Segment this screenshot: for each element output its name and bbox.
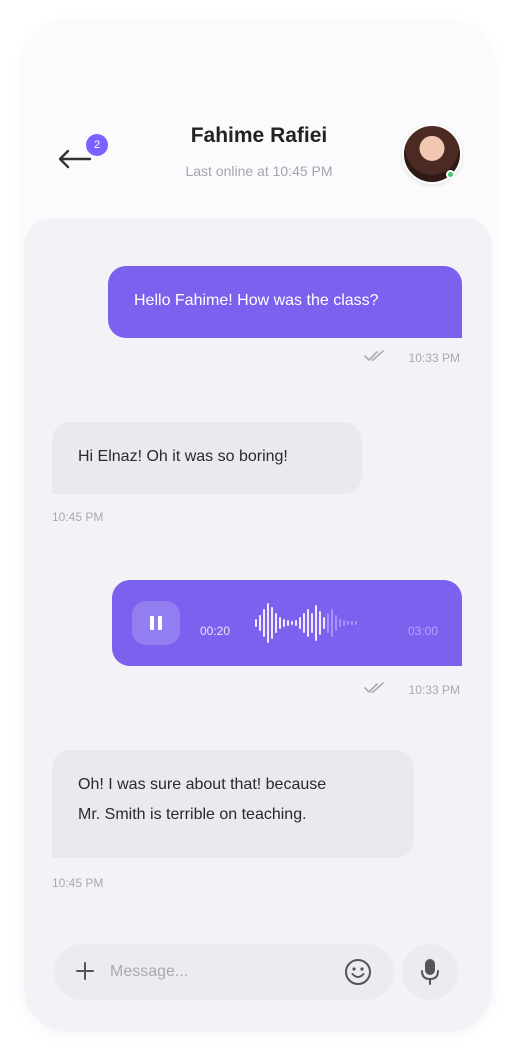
message-text-line: Oh! I was sure about that! because (78, 776, 327, 793)
microphone-icon (421, 959, 439, 985)
pause-icon (150, 616, 162, 630)
microphone-button[interactable] (402, 944, 458, 1000)
message-text-line: Mr. Smith is terrible on teaching. (78, 806, 307, 823)
chat-header: 2 Fahime Rafiei Last online at 10:45 PM (0, 0, 518, 200)
message-time: 10:33 PM (408, 351, 460, 365)
voice-current-time: 00:20 (200, 624, 231, 638)
voice-duration: 03:00 (407, 624, 438, 638)
smile-icon[interactable] (344, 958, 372, 986)
message-input[interactable] (110, 958, 330, 986)
plus-icon[interactable] (74, 960, 96, 982)
message-time: 10:33 PM (408, 683, 460, 697)
message-time: 10:45 PM (52, 876, 104, 890)
message-bubble-sent[interactable]: Hello Fahime! How was the class? (108, 266, 462, 338)
pause-button[interactable] (132, 601, 180, 645)
voice-waveform[interactable] (252, 600, 392, 646)
message-text: Hi Elnaz! Oh it was so boring! (78, 448, 288, 465)
voice-message-bubble[interactable]: 00:20 03:00 (112, 580, 462, 666)
message-text: Hello Fahime! How was the class? (134, 292, 379, 309)
message-time: 10:45 PM (52, 510, 104, 524)
message-bubble-received[interactable]: Hi Elnaz! Oh it was so boring! (52, 422, 362, 494)
message-bubble-received[interactable]: Oh! I was sure about that! because Mr. S… (52, 750, 414, 858)
online-indicator (446, 170, 455, 179)
message-composer (54, 944, 394, 1000)
